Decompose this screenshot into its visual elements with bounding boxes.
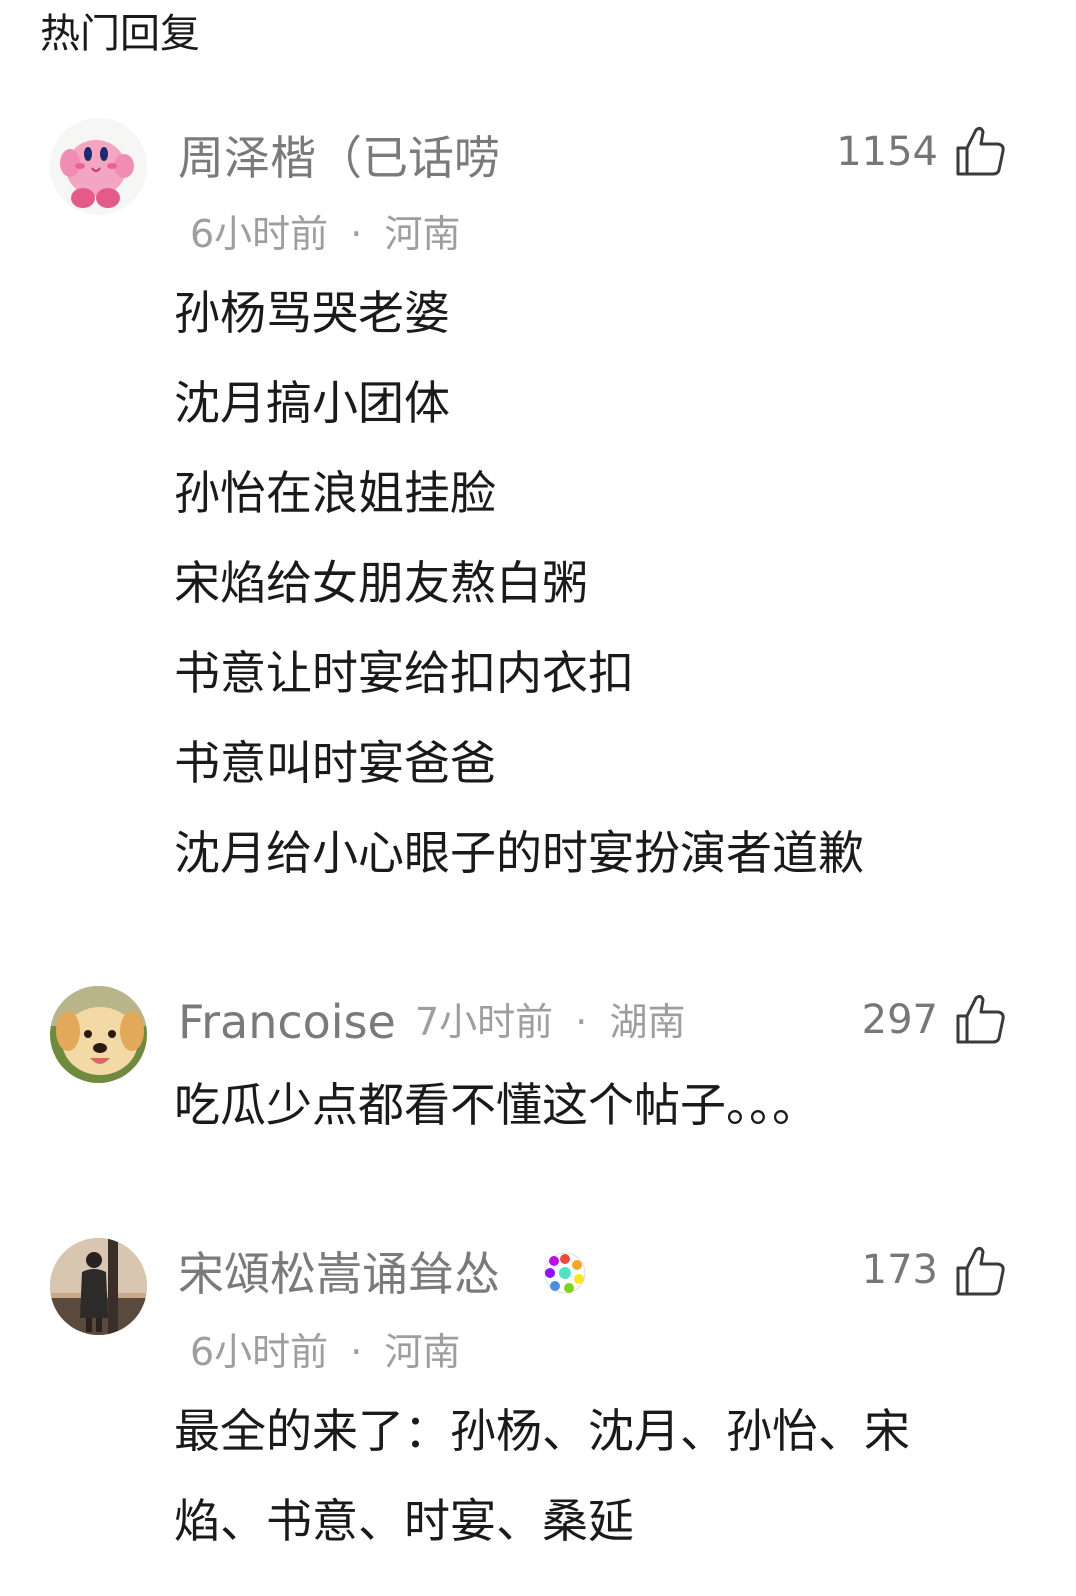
username[interactable]: 周泽楷（已话唠 (178, 128, 500, 188)
comment-line: 吃瓜少点都看不懂这个帖子。。。 (174, 1078, 818, 1132)
like-count: 173 (861, 1247, 938, 1293)
username[interactable]: 宋頌松嵩诵耸怂 (178, 1244, 500, 1304)
section-title: 热门回复 (40, 11, 200, 57)
comment-line: 孙杨骂哭老婆 (174, 286, 450, 340)
comment-line: 书意让时宴给扣内衣扣 (174, 646, 634, 700)
meta-separator: · (350, 1330, 363, 1374)
comment-line: 沈月搞小团体 (174, 376, 450, 430)
comment-location: 湖南 (609, 1000, 686, 1044)
meta-separator: · (350, 212, 363, 256)
like-count: 1154 (836, 129, 938, 175)
kirby-avatar-icon (50, 118, 147, 215)
comment-body: 吃瓜少点都看不懂这个帖子。。。 (174, 1060, 818, 1150)
meta-separator: · (575, 1000, 588, 1044)
user-avatar[interactable] (50, 986, 147, 1083)
comment-body: 孙杨骂哭老婆 沈月搞小团体 孙怡在浪姐挂脸 宋焰给女朋友熬白粥 书意让时宴给扣内… (174, 268, 864, 898)
colorful-badge-icon (544, 1252, 586, 1294)
comment-meta: 6小时前 · 河南 (190, 210, 460, 258)
comment-body: 最全的来了：孙杨、沈月、孙怡、宋 焰、书意、时宴、桑延 (174, 1386, 910, 1566)
username[interactable]: Francoise (178, 992, 396, 1052)
thumbs-up-icon[interactable] (954, 992, 1008, 1046)
comment-line: 书意叫时宴爸爸 (174, 736, 496, 790)
user-avatar[interactable] (50, 118, 147, 215)
comment-line: 最全的来了：孙杨、沈月、孙怡、宋 (174, 1404, 910, 1458)
comment-line: 沈月给小心眼子的时宴扮演者道歉 (174, 826, 864, 880)
person-avatar-icon (50, 1238, 147, 1335)
like-count: 297 (861, 997, 938, 1043)
comment-location: 河南 (384, 212, 461, 256)
comment-location: 河南 (384, 1330, 461, 1374)
thumbs-up-icon[interactable] (954, 1244, 1008, 1298)
comment-line: 焰、书意、时宴、桑延 (174, 1494, 634, 1548)
puppy-avatar-icon (50, 986, 147, 1083)
thumbs-up-icon[interactable] (954, 124, 1008, 178)
comment-meta: 7小时前 · 湖南 (415, 998, 685, 1046)
comment-line: 孙怡在浪姐挂脸 (174, 466, 496, 520)
comment-meta: 6小时前 · 河南 (190, 1328, 460, 1376)
comment-time: 6小时前 (190, 212, 329, 256)
comment-time: 6小时前 (190, 1330, 329, 1374)
comment-time: 7小时前 (415, 1000, 554, 1044)
user-avatar[interactable] (50, 1238, 147, 1335)
comment-line: 宋焰给女朋友熬白粥 (174, 556, 588, 610)
